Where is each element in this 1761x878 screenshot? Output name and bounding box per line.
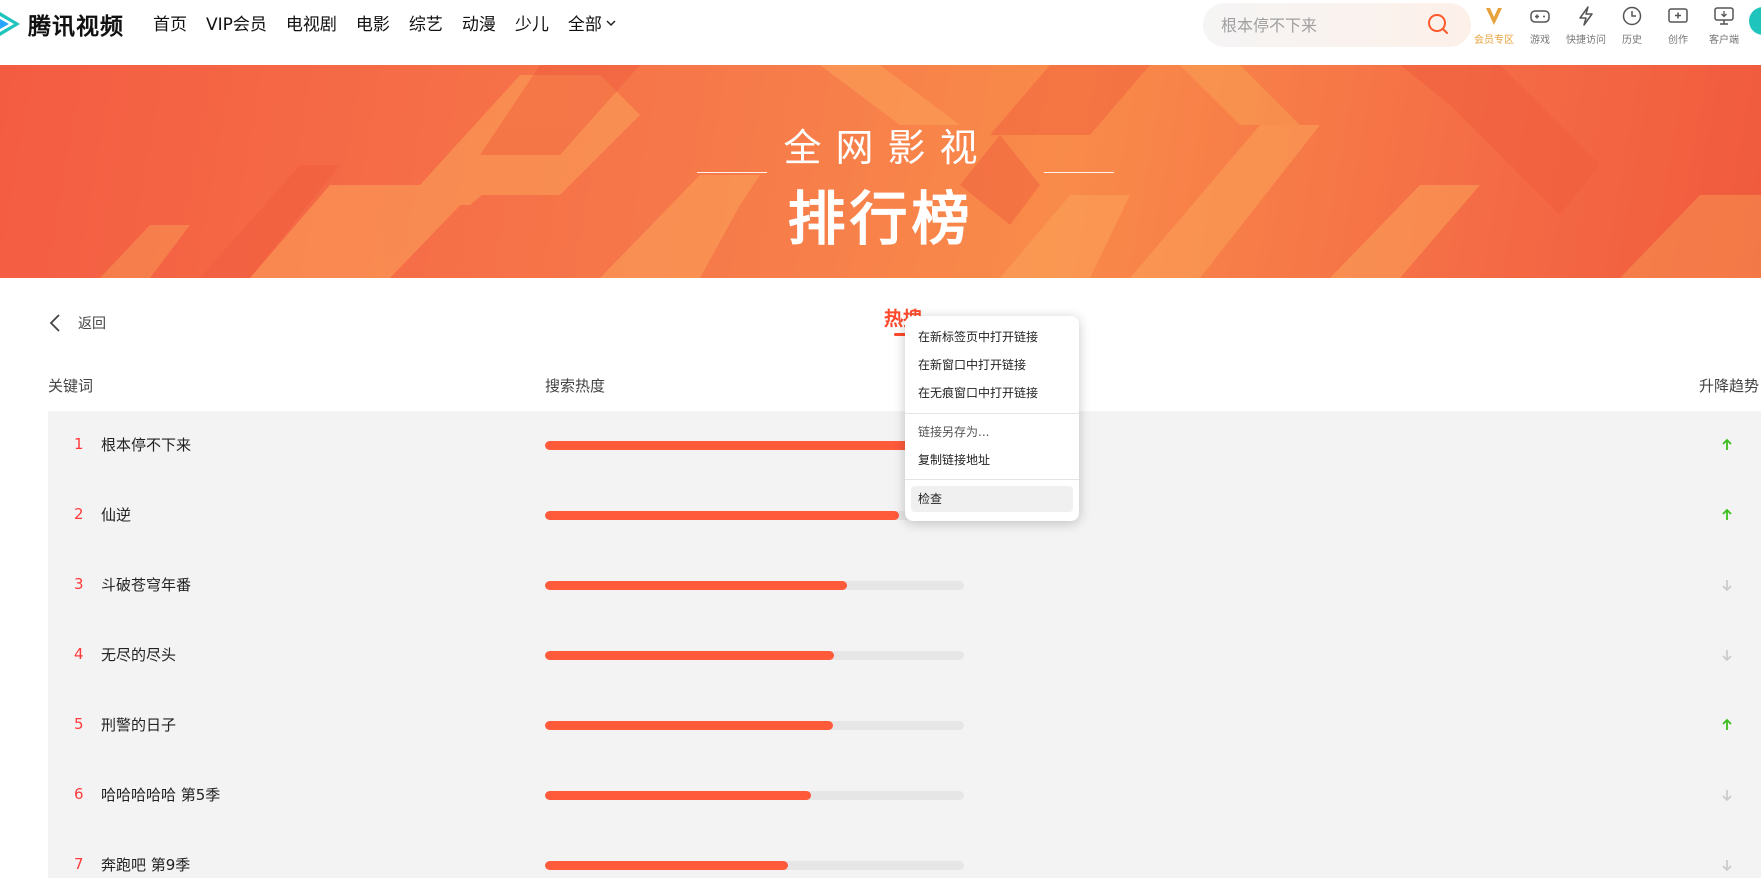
vip-zone-button[interactable]: 会员专区 bbox=[1471, 4, 1517, 46]
keyword-link[interactable]: 无尽的尽头 bbox=[101, 644, 176, 665]
menu-copy-link[interactable]: 复制链接地址 bbox=[905, 447, 1079, 473]
monitor-icon bbox=[1712, 4, 1736, 28]
vip-zone-label: 会员专区 bbox=[1474, 35, 1514, 46]
rank-number: 6 bbox=[74, 785, 84, 803]
menu-open-incognito[interactable]: 在无痕窗口中打开链接 bbox=[905, 380, 1079, 406]
heat-bar bbox=[545, 651, 964, 660]
table-row[interactable]: 4 无尽的尽头 bbox=[48, 621, 1761, 691]
chevron-down-icon bbox=[606, 19, 616, 26]
heat-bar-fill bbox=[545, 721, 833, 730]
search-box bbox=[1203, 3, 1471, 47]
heat-bar-fill bbox=[545, 651, 835, 660]
banner-subtitle: 全网影视 bbox=[783, 126, 992, 170]
rank-number: 3 bbox=[74, 575, 84, 593]
vip-v-icon bbox=[1482, 4, 1506, 28]
menu-save-link-as[interactable]: 链接另存为... bbox=[905, 419, 1079, 445]
nav-movie[interactable]: 电影 bbox=[356, 10, 390, 35]
rank-number: 1 bbox=[74, 435, 84, 453]
keyword-link[interactable]: 根本停不下来 bbox=[101, 434, 191, 455]
heat-bar bbox=[545, 511, 964, 520]
heat-bar-fill bbox=[545, 441, 956, 450]
client-button[interactable]: 客户端 bbox=[1701, 4, 1747, 46]
nav-variety[interactable]: 综艺 bbox=[409, 10, 443, 35]
ranking-banner: 全网影视 排行榜 bbox=[0, 65, 1761, 278]
nav-vip[interactable]: VIP会员 bbox=[206, 10, 267, 35]
quick-access-button[interactable]: 快捷访问 bbox=[1563, 4, 1609, 46]
history-label: 历史 bbox=[1622, 35, 1642, 46]
banner-title: 排行榜 bbox=[787, 185, 974, 253]
trend-up-icon bbox=[1722, 718, 1732, 730]
menu-open-new-tab[interactable]: 在新标签页中打开链接 bbox=[905, 324, 1079, 350]
menu-inspect[interactable]: 检查 bbox=[911, 486, 1073, 512]
search-input[interactable] bbox=[1221, 3, 1421, 47]
client-label: 客户端 bbox=[1709, 35, 1739, 46]
heat-bar bbox=[545, 581, 964, 590]
games-label: 游戏 bbox=[1530, 35, 1550, 46]
nav-home[interactable]: 首页 bbox=[153, 10, 187, 35]
back-label: 返回 bbox=[78, 316, 106, 332]
heat-bar bbox=[545, 791, 964, 800]
search-icon[interactable] bbox=[1425, 12, 1451, 38]
nav-anime[interactable]: 动漫 bbox=[462, 10, 496, 35]
lightning-icon bbox=[1574, 4, 1598, 28]
table-row[interactable]: 7 奔跑吧 第9季 bbox=[48, 831, 1761, 878]
heat-bar bbox=[545, 721, 964, 730]
rank-number: 4 bbox=[74, 645, 84, 663]
rank-number: 5 bbox=[74, 715, 84, 733]
trend-up-icon bbox=[1722, 438, 1732, 450]
trend-down-icon bbox=[1722, 790, 1732, 802]
nav-tv[interactable]: 电视剧 bbox=[286, 10, 337, 35]
trend-down-icon bbox=[1722, 650, 1732, 662]
logo[interactable]: 腾讯视频 bbox=[0, 8, 124, 40]
keyword-link[interactable]: 刑警的日子 bbox=[101, 714, 176, 735]
play-logo-icon bbox=[0, 10, 22, 38]
top-header: 腾讯视频 首页 VIP会员 电视剧 电影 综艺 动漫 少儿 全部 会员专区 bbox=[0, 0, 1761, 65]
clock-icon bbox=[1620, 4, 1644, 28]
rank-number: 2 bbox=[74, 505, 84, 523]
heat-bar-fill bbox=[545, 861, 789, 870]
logo-text: 腾讯视频 bbox=[28, 14, 124, 40]
main-nav: 首页 VIP会员 电视剧 电影 综艺 动漫 少儿 全部 bbox=[153, 10, 636, 35]
column-heat: 搜索热度 bbox=[545, 377, 606, 395]
context-menu: 在新标签页中打开链接 在新窗口中打开链接 在无痕窗口中打开链接 链接另存为...… bbox=[905, 316, 1079, 521]
nav-all-label: 全部 bbox=[567, 15, 602, 35]
avatar[interactable] bbox=[1749, 7, 1761, 35]
create-button[interactable]: 创作 bbox=[1655, 4, 1701, 46]
header-tools: 会员专区 游戏 快捷访问 历史 创作 客户端 bbox=[1471, 4, 1747, 46]
heat-bar-fill bbox=[545, 581, 847, 590]
back-button[interactable]: 返回 bbox=[48, 313, 106, 333]
create-label: 创作 bbox=[1668, 35, 1688, 46]
column-trend: 升降趋势 bbox=[1699, 377, 1760, 395]
gamepad-icon bbox=[1528, 4, 1552, 28]
column-keyword: 关键词 bbox=[48, 377, 94, 395]
table-row[interactable]: 6 哈哈哈哈哈 第5季 bbox=[48, 761, 1761, 831]
keyword-link[interactable]: 哈哈哈哈哈 第5季 bbox=[101, 784, 220, 805]
trend-up-icon bbox=[1722, 508, 1732, 520]
nav-all[interactable]: 全部 bbox=[568, 10, 617, 35]
games-button[interactable]: 游戏 bbox=[1517, 4, 1563, 46]
rank-number: 7 bbox=[74, 855, 84, 873]
chevron-left-icon bbox=[49, 314, 60, 332]
trend-down-icon bbox=[1722, 860, 1732, 872]
menu-open-new-window[interactable]: 在新窗口中打开链接 bbox=[905, 352, 1079, 378]
quick-access-label: 快捷访问 bbox=[1566, 35, 1606, 46]
keyword-link[interactable]: 斗破苍穹年番 bbox=[101, 574, 191, 595]
keyword-link[interactable]: 奔跑吧 第9季 bbox=[101, 854, 190, 875]
heat-bar-fill bbox=[545, 791, 812, 800]
table-row[interactable]: 3 斗破苍穹年番 bbox=[48, 551, 1761, 621]
table-row[interactable]: 5 刑警的日子 bbox=[48, 691, 1761, 761]
nav-kids[interactable]: 少儿 bbox=[515, 10, 549, 35]
menu-divider bbox=[905, 413, 1079, 414]
heat-bar bbox=[545, 861, 964, 870]
heat-bar bbox=[545, 441, 964, 450]
heat-bar-fill bbox=[545, 511, 900, 520]
trend-down-icon bbox=[1722, 580, 1732, 592]
history-button[interactable]: 历史 bbox=[1609, 4, 1655, 46]
create-icon bbox=[1666, 4, 1690, 28]
keyword-link[interactable]: 仙逆 bbox=[101, 504, 131, 525]
menu-divider bbox=[905, 479, 1079, 480]
